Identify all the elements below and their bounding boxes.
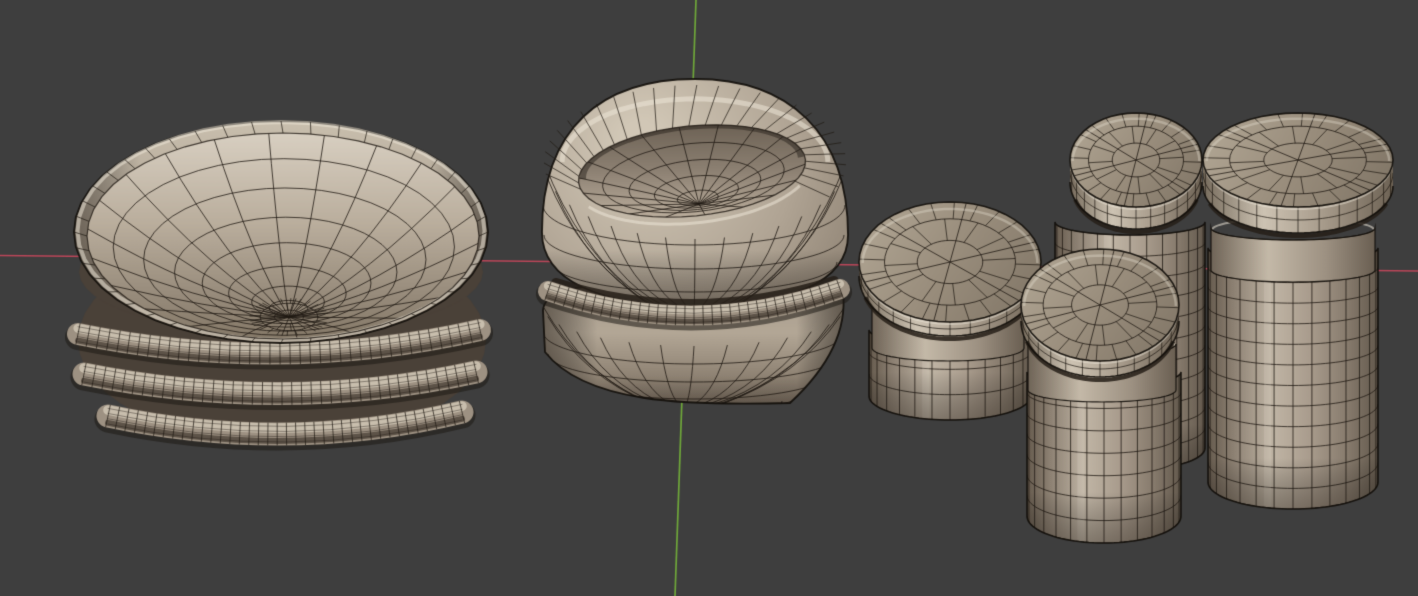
plate-stack-object[interactable] bbox=[70, 116, 494, 456]
bowl-stack-object[interactable] bbox=[540, 76, 850, 410]
jar-medium-front-object[interactable] bbox=[1020, 247, 1182, 545]
3d-viewport[interactable] bbox=[0, 0, 1418, 596]
jar-small-front-object[interactable] bbox=[857, 200, 1043, 422]
jar-tall-right-object[interactable] bbox=[1200, 110, 1394, 512]
